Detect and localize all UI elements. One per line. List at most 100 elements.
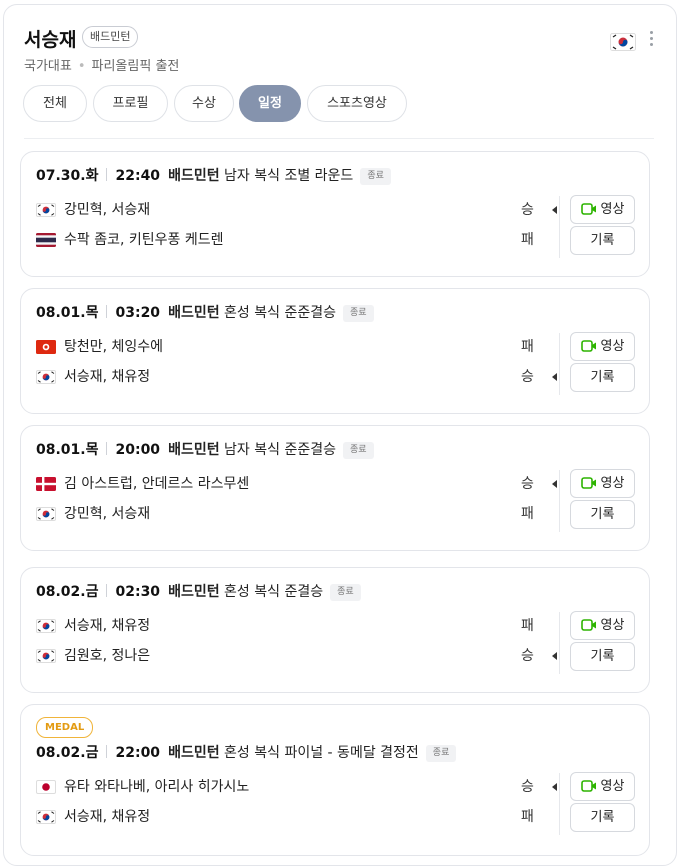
video-button[interactable]: 영상 bbox=[570, 332, 635, 361]
match-result: 승 bbox=[521, 476, 534, 492]
team-players: 서승재, 채유정 bbox=[64, 809, 151, 825]
record-button[interactable]: 기록 bbox=[570, 500, 635, 529]
divider bbox=[559, 470, 560, 532]
match-title: 07.30.화 22:40 배드민턴 남자 복식 조별 라운드 종료 bbox=[36, 165, 391, 185]
team-row: 강민혁, 서승재 bbox=[36, 503, 150, 525]
korea-flag-icon bbox=[36, 619, 56, 633]
tab-all[interactable]: 전체 bbox=[23, 85, 87, 122]
team-players: 유타 와타나베, 아리사 히가시노 bbox=[64, 779, 250, 795]
hongkong-flag-icon bbox=[36, 340, 56, 354]
korea-flag-icon bbox=[610, 33, 636, 55]
player-subtitle: 국가대표 • 파리올림픽 출전 bbox=[24, 55, 179, 74]
video-button[interactable]: 영상 bbox=[570, 195, 635, 224]
match-sport: 배드민턴 bbox=[168, 442, 220, 458]
match-event: 남자 복식 조별 라운드 bbox=[224, 168, 354, 184]
match-date: 07.30.화 bbox=[36, 168, 99, 184]
title-separator bbox=[106, 305, 108, 318]
video-button-label: 영상 bbox=[600, 339, 625, 354]
tab-profile[interactable]: 프로필 bbox=[93, 85, 168, 122]
video-button-label: 영상 bbox=[600, 618, 625, 633]
match-sport: 배드민턴 bbox=[168, 584, 220, 600]
match-time: 03:20 bbox=[115, 305, 161, 321]
match-result: 승 bbox=[521, 202, 534, 218]
match-title: 08.01.목 20:00 배드민턴 남자 복식 준준결승 종료 bbox=[36, 439, 374, 459]
match-date: 08.02.금 bbox=[36, 584, 99, 600]
match-result: 패 bbox=[521, 618, 534, 634]
more-options-icon[interactable] bbox=[649, 31, 655, 47]
match-result: 승 bbox=[521, 369, 534, 385]
winner-indicator-icon bbox=[552, 783, 557, 791]
match-card: 08.01.목 20:00 배드민턴 남자 복식 준준결승 종료 김 아스트럽, 안데… bbox=[20, 425, 650, 551]
winner-indicator-icon bbox=[552, 373, 557, 381]
tab-sports-video[interactable]: 스포츠영상 bbox=[307, 85, 407, 122]
medal-badge: MEDAL bbox=[36, 717, 94, 738]
tab-awards[interactable]: 수상 bbox=[174, 85, 234, 122]
match-result: 패 bbox=[521, 232, 534, 248]
divider bbox=[24, 138, 654, 139]
record-button[interactable]: 기록 bbox=[570, 226, 635, 255]
record-button[interactable]: 기록 bbox=[570, 642, 635, 671]
team-row: 김원호, 정나은 bbox=[36, 645, 150, 667]
title-separator bbox=[106, 168, 108, 181]
team-players: 김 아스트럽, 안데르스 라스무센 bbox=[64, 476, 250, 492]
tab-schedule[interactable]: 일정 bbox=[239, 85, 301, 122]
video-button[interactable]: 영상 bbox=[570, 469, 635, 498]
sport-badge: 배드민턴 bbox=[82, 26, 139, 48]
korea-flag-icon bbox=[36, 810, 56, 824]
team-row: 서승재, 채유정 bbox=[36, 366, 150, 388]
video-button[interactable]: 영상 bbox=[570, 772, 635, 801]
divider bbox=[559, 612, 560, 674]
video-icon bbox=[581, 202, 597, 216]
match-title: 08.02.금 02:30 배드민턴 혼성 복식 준결승 종료 bbox=[36, 581, 361, 601]
match-card: 08.02.금 02:30 배드민턴 혼성 복식 준결승 종료 서승재, 채유정 패 … bbox=[20, 567, 650, 693]
event-label: 파리올림픽 출전 bbox=[91, 59, 180, 74]
status-badge: 종료 bbox=[360, 168, 391, 185]
status-badge: 종료 bbox=[330, 584, 361, 601]
match-event: 혼성 복식 준결승 bbox=[224, 584, 324, 600]
team-players: 서승재, 채유정 bbox=[64, 618, 151, 634]
separator-dot: • bbox=[77, 59, 86, 74]
video-icon bbox=[581, 618, 597, 632]
divider bbox=[559, 196, 560, 258]
video-button[interactable]: 영상 bbox=[570, 611, 635, 640]
korea-flag-icon bbox=[36, 507, 56, 521]
team-row: 서승재, 채유정 bbox=[36, 615, 150, 637]
team-players: 김원호, 정나은 bbox=[64, 648, 151, 664]
japan-flag-icon bbox=[36, 780, 56, 794]
match-title: 08.02.금 22:00 배드민턴 혼성 복식 파이널 - 동메달 결정전 종료 bbox=[36, 742, 457, 762]
video-button-label: 영상 bbox=[600, 476, 625, 491]
team-row: 서승재, 채유정 bbox=[36, 806, 150, 828]
match-date: 08.02.금 bbox=[36, 745, 99, 761]
status-badge: 종료 bbox=[343, 305, 374, 322]
video-button-label: 영상 bbox=[600, 779, 625, 794]
status-badge: 종료 bbox=[343, 442, 374, 459]
team-row: 김 아스트럽, 안데르스 라스무센 bbox=[36, 473, 249, 495]
match-time: 20:00 bbox=[115, 442, 161, 458]
winner-indicator-icon bbox=[552, 480, 557, 488]
match-date: 08.01.목 bbox=[36, 305, 99, 321]
team-label: 국가대표 bbox=[24, 59, 72, 74]
video-icon bbox=[581, 339, 597, 353]
record-button[interactable]: 기록 bbox=[570, 803, 635, 832]
thailand-flag-icon bbox=[36, 233, 56, 247]
match-result: 승 bbox=[521, 648, 534, 664]
record-button[interactable]: 기록 bbox=[570, 363, 635, 392]
team-row: 유타 와타나베, 아리사 히가시노 bbox=[36, 776, 249, 798]
team-players: 강민혁, 서승재 bbox=[64, 202, 151, 218]
match-time: 02:30 bbox=[115, 584, 161, 600]
video-icon bbox=[581, 476, 597, 490]
video-button-label: 영상 bbox=[600, 202, 625, 217]
match-time: 22:00 bbox=[115, 745, 161, 761]
korea-flag-icon bbox=[36, 203, 56, 217]
match-sport: 배드민턴 bbox=[168, 168, 220, 184]
team-row: 강민혁, 서승재 bbox=[36, 199, 150, 221]
title-separator bbox=[106, 442, 108, 455]
match-event: 혼성 복식 파이널 - 동메달 결정전 bbox=[224, 745, 419, 761]
denmark-flag-icon bbox=[36, 477, 56, 491]
team-players: 강민혁, 서승재 bbox=[64, 506, 151, 522]
team-row: 수팍 좀코, 키틴우퐁 케드렌 bbox=[36, 229, 223, 251]
match-result: 승 bbox=[521, 779, 534, 795]
korea-flag-icon bbox=[36, 649, 56, 663]
match-event: 혼성 복식 준준결승 bbox=[224, 305, 336, 321]
match-title: 08.01.목 03:20 배드민턴 혼성 복식 준준결승 종료 bbox=[36, 302, 374, 322]
